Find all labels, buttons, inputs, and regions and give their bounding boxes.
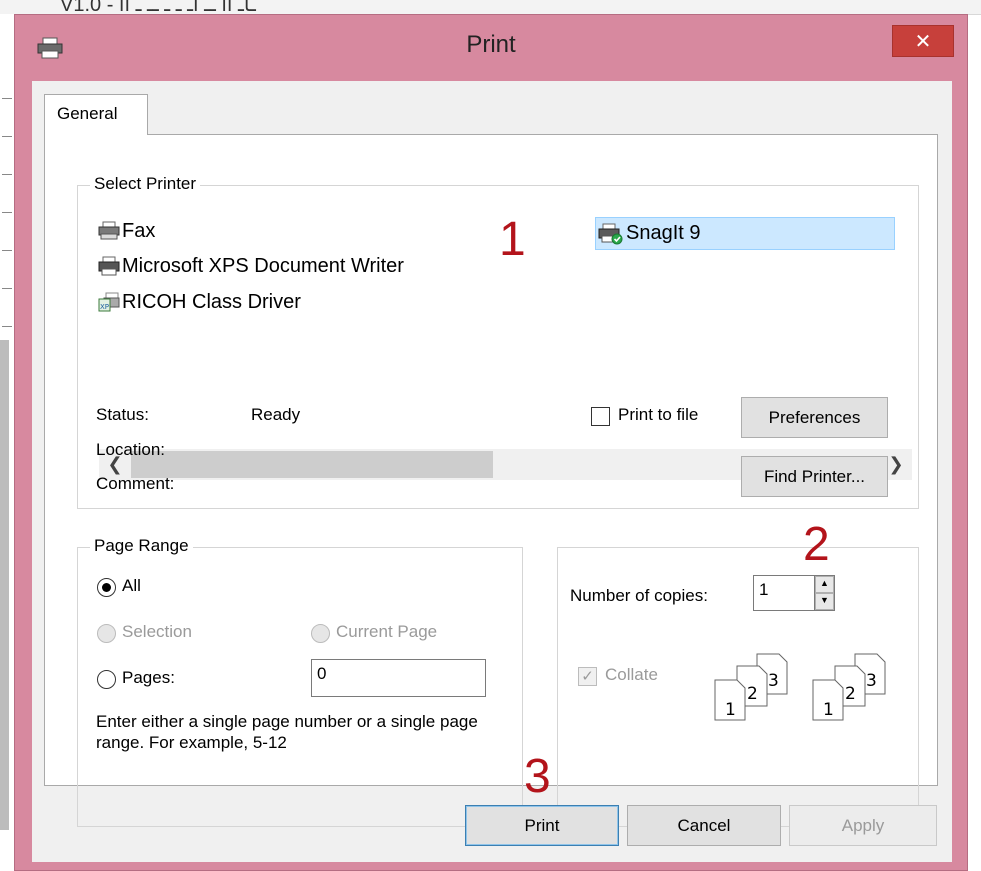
close-button[interactable]: ✕ — [892, 25, 954, 57]
pages-label: Pages: — [122, 668, 175, 687]
number-of-copies-label: Number of copies: — [570, 586, 708, 605]
selection-label: Selection — [122, 622, 192, 641]
printer-item-snagit[interactable]: SnagIt 9 — [595, 217, 895, 250]
page-number-2: 2 — [747, 684, 758, 704]
printer-icon — [98, 256, 120, 276]
copies-spinner[interactable]: ▲ ▼ — [815, 575, 835, 611]
status-label: Status: — [96, 405, 149, 424]
collate-checkbox[interactable]: ✓ — [578, 667, 597, 686]
dialog-client-area: General Select Printer Fax Microsoft XPS… — [32, 81, 952, 862]
preferences-button[interactable]: Preferences — [741, 397, 888, 438]
print-button[interactable]: Print — [465, 805, 619, 846]
svg-text:XP: XP — [100, 303, 109, 311]
printer-name: Fax — [122, 219, 156, 242]
printer-item-fax[interactable]: Fax — [98, 217, 155, 245]
background-scroll-strip — [0, 340, 9, 830]
collate-label: Collate — [605, 665, 658, 684]
printer-name: SnagIt 9 — [626, 222, 701, 244]
location-label: Location: — [96, 440, 165, 459]
annotation-number-3: 3 — [524, 750, 551, 803]
current-page-label: Current Page — [336, 622, 438, 641]
background-toolbar: V1.0 - ـاـ اا ـٰـ اـ ـ ـ ــ ـ اا — [0, 0, 981, 16]
printer-name: RICOH Class Driver — [122, 290, 301, 313]
find-printer-button[interactable]: Find Printer... — [741, 456, 888, 497]
pages-input[interactable]: 0 — [311, 659, 486, 697]
apply-button[interactable]: Apply — [789, 805, 937, 846]
dialog-title: Print — [466, 31, 516, 58]
printer-name: Microsoft XPS Document Writer — [122, 254, 404, 277]
copies-input[interactable]: 1 — [753, 575, 815, 611]
pages-radio[interactable] — [97, 670, 116, 689]
select-printer-legend: Select Printer — [90, 174, 201, 194]
comment-label: Comment: — [96, 474, 175, 493]
collate-pages-icon: 3 2 1 — [812, 653, 886, 721]
tab-general[interactable]: General — [44, 94, 148, 135]
page-number-2: 2 — [845, 684, 856, 704]
page-number-1: 1 — [725, 700, 736, 720]
selection-radio[interactable] — [97, 624, 116, 643]
annotation-number-2: 2 — [803, 518, 830, 571]
page-range-hint: Enter either a single page number or a s… — [96, 712, 478, 752]
ricoh-printer-icon: XP — [98, 292, 120, 312]
print-to-file-label: Print to file — [618, 405, 699, 424]
spinner-up-icon[interactable]: ▲ — [815, 576, 834, 593]
scrollbar-thumb[interactable] — [131, 451, 493, 478]
print-dialog: Print ✕ General Select Printer Fax Micro… — [14, 14, 968, 871]
all-pages-label: All — [122, 576, 141, 595]
snagit-printer-icon — [598, 223, 623, 244]
print-to-file-checkbox[interactable] — [591, 407, 610, 426]
printer-item-ricoh[interactable]: XP RICOH Class Driver — [98, 288, 301, 316]
status-value: Ready — [251, 405, 301, 424]
page-range-legend: Page Range — [90, 536, 193, 556]
page-number-1: 1 — [823, 700, 834, 720]
cancel-button[interactable]: Cancel — [627, 805, 781, 846]
annotation-number-1: 1 — [499, 213, 526, 266]
title-bar[interactable]: Print ✕ — [15, 15, 967, 81]
page-number-3: 3 — [866, 671, 877, 691]
printer-item-xps[interactable]: Microsoft XPS Document Writer — [98, 252, 404, 280]
general-tab-panel: Select Printer Fax Microsoft XPS Documen… — [44, 134, 938, 827]
spinner-down-icon[interactable]: ▼ — [815, 593, 834, 610]
all-pages-radio[interactable] — [97, 578, 116, 597]
collate-pages-icon: 3 2 1 — [714, 653, 788, 721]
current-page-radio[interactable] — [311, 624, 330, 643]
fax-printer-icon — [98, 221, 120, 240]
page-number-3: 3 — [768, 671, 779, 691]
